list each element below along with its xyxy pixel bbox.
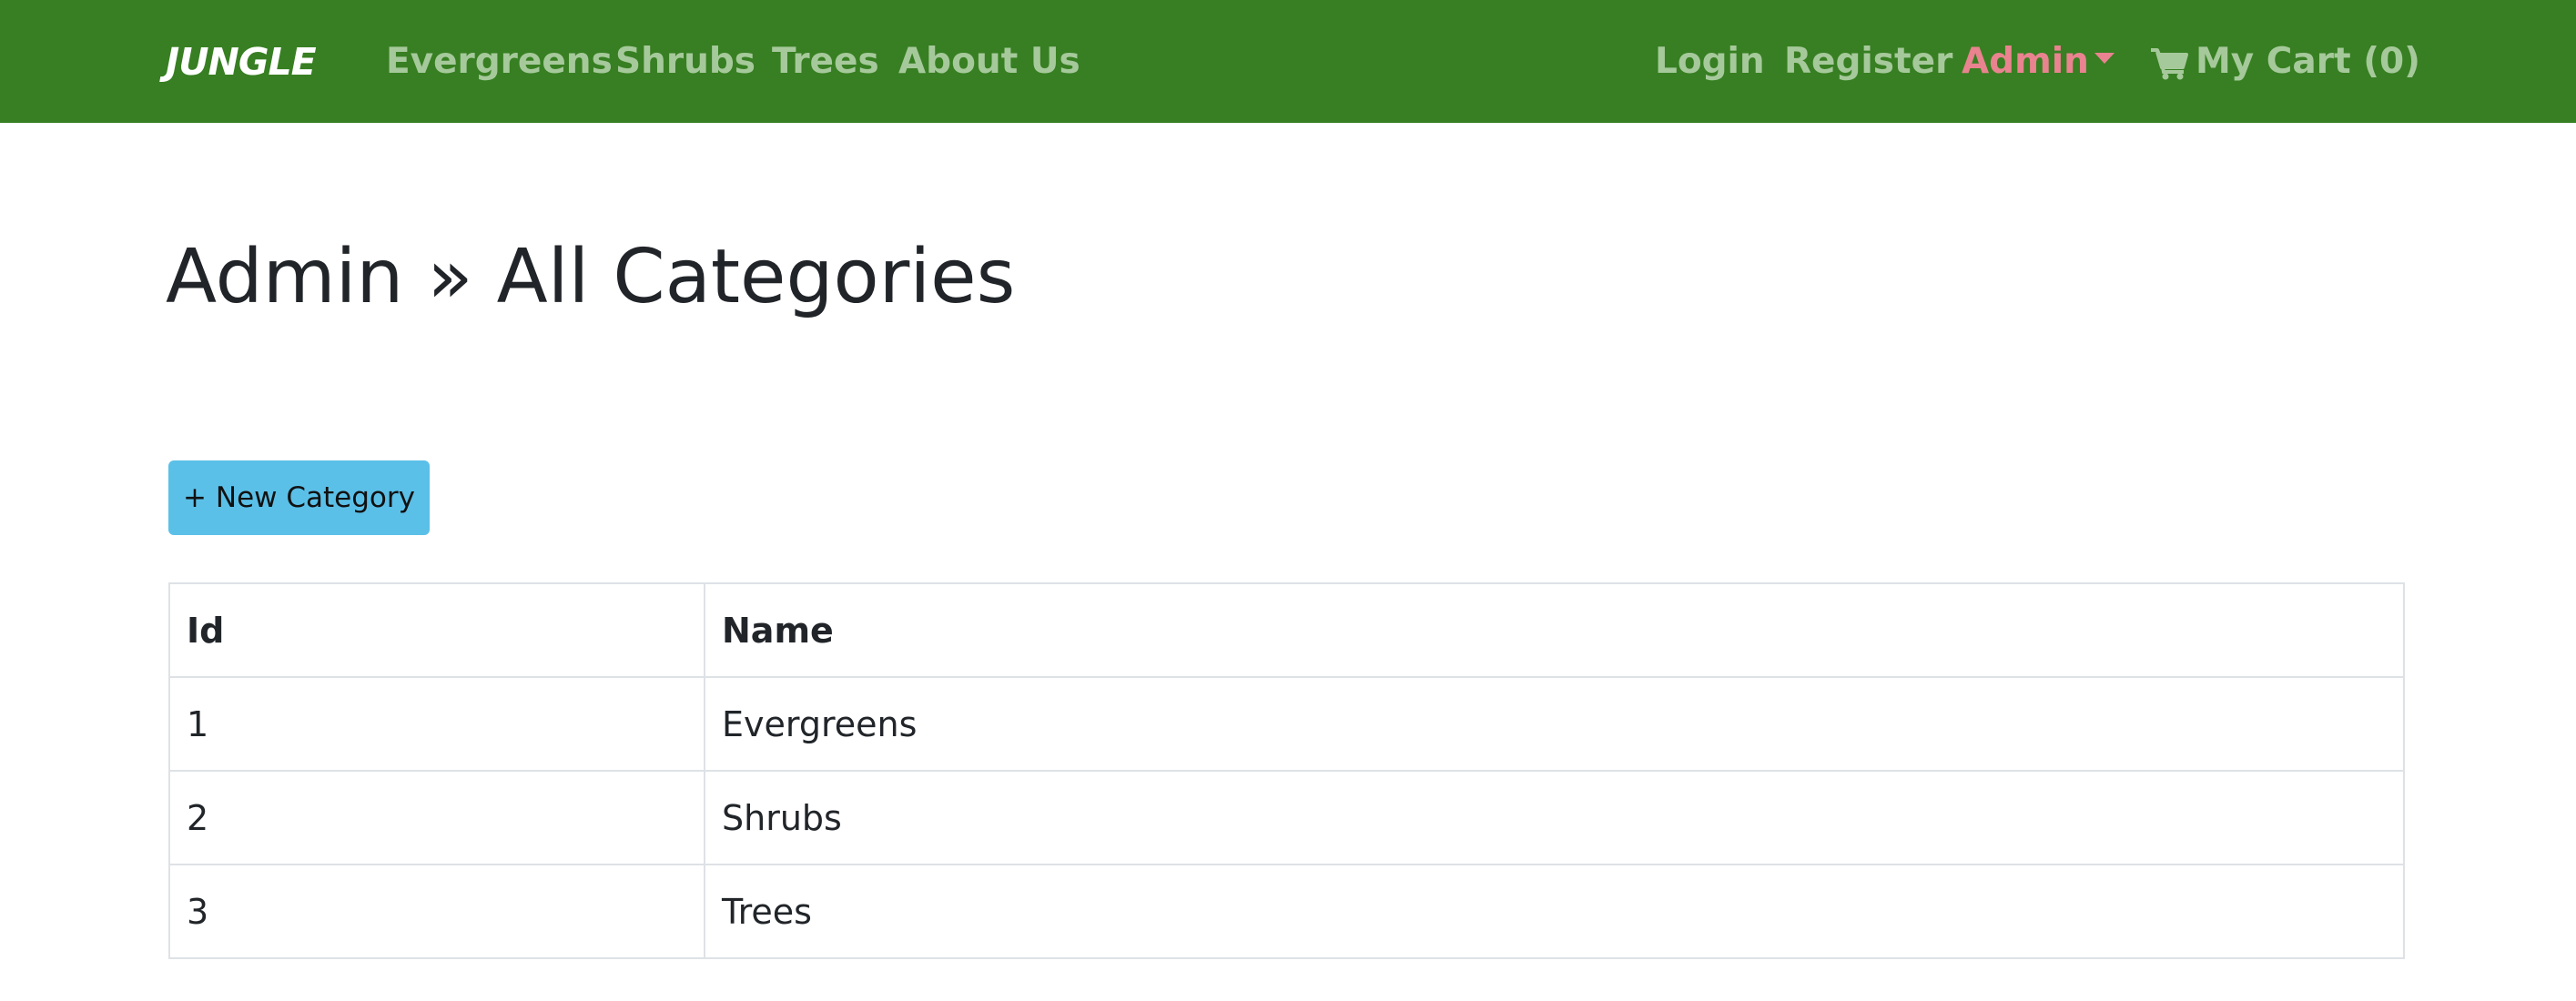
nav-link-about-us[interactable]: About Us [898, 36, 1080, 87]
cell-id: 2 [168, 770, 705, 865]
brand-logo[interactable]: JUNGLE [166, 38, 317, 86]
nav-link-shrubs[interactable]: Shrubs [615, 36, 756, 87]
top-navbar: JUNGLE Evergreens Shrubs Trees About Us … [0, 0, 2576, 123]
cell-id: 3 [168, 864, 705, 959]
column-header-name: Name [704, 582, 2405, 678]
shopping-cart-icon[interactable] [2150, 47, 2188, 80]
cell-name: Trees [704, 864, 2405, 959]
nav-link-my-cart[interactable]: My Cart (0) [2196, 36, 2420, 87]
cell-name: Shrubs [704, 770, 2405, 865]
nav-link-register[interactable]: Register [1784, 36, 1952, 87]
table-row: 3 Trees [168, 864, 2405, 959]
nav-dropdown-admin[interactable]: Admin [1962, 36, 2089, 87]
nav-link-trees[interactable]: Trees [772, 36, 879, 87]
categories-table: Id Name 1 Evergreens 2 Shrubs 3 Trees [168, 582, 2405, 959]
column-header-id: Id [168, 582, 705, 678]
cell-name: Evergreens [704, 676, 2405, 772]
nav-link-evergreens[interactable]: Evergreens [386, 36, 613, 87]
table-header-row: Id Name [168, 582, 2405, 678]
cell-id: 1 [168, 676, 705, 772]
new-category-button[interactable]: + New Category [168, 460, 430, 535]
nav-link-login[interactable]: Login [1655, 36, 1765, 87]
caret-down-icon[interactable] [2094, 53, 2115, 64]
page-title: Admin » All Categories [166, 234, 1016, 320]
table-row: 2 Shrubs [168, 770, 2405, 865]
table-row: 1 Evergreens [168, 676, 2405, 772]
